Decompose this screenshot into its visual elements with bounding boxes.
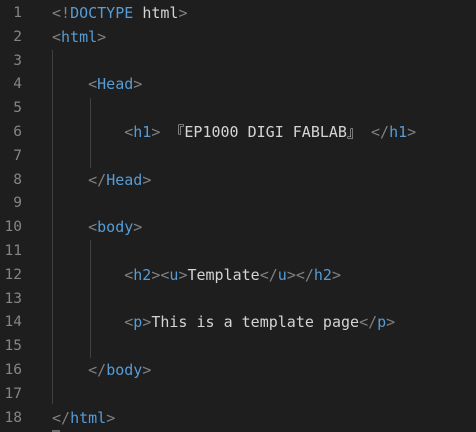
line-number: 3: [13, 52, 22, 69]
tag-token: html: [70, 408, 107, 427]
line-number: 9: [13, 195, 22, 212]
code-line[interactable]: 13: [0, 288, 476, 312]
code-line[interactable]: 8 </Head>: [0, 169, 476, 193]
text-token: Template: [187, 265, 260, 284]
code-editor[interactable]: 1 <!DOCTYPE html> 2 <html> 3 4 <Head> 5 6 <h1> …: [0, 0, 476, 432]
line-number: 4: [13, 76, 22, 93]
line-number: 18: [4, 409, 22, 426]
code-line[interactable]: 11: [0, 240, 476, 264]
punctuation-token: >: [133, 218, 143, 237]
code-text: <Head>: [52, 73, 142, 97]
code-line[interactable]: 16 </body>: [0, 359, 476, 383]
code-line[interactable]: 10 <body>: [0, 216, 476, 240]
punctuation-token: >: [97, 27, 107, 46]
code-line[interactable]: 3: [0, 50, 476, 74]
tag-token: p: [377, 313, 387, 332]
line-number: 15: [4, 338, 22, 355]
line-number: 7: [13, 147, 22, 164]
punctuation-token: <: [88, 218, 98, 237]
punctuation-token: <: [124, 265, 134, 284]
line-number: 10: [4, 219, 22, 236]
punctuation-token: >: [286, 265, 296, 284]
punctuation-token: </: [295, 265, 314, 284]
code-text: <p>This is a template page</p>: [52, 311, 395, 335]
line-number: 11: [4, 243, 22, 259]
punctuation-token: >: [386, 313, 396, 332]
line-number: 13: [4, 290, 22, 307]
code-line[interactable]: 9: [0, 192, 476, 216]
tag-token: Head: [97, 75, 134, 94]
code-line[interactable]: 6 <h1> 『EP1000 DIGI FABLAB』 </h1>: [0, 121, 476, 145]
text-token: 『EP1000 DIGI FABLAB』: [160, 123, 371, 141]
code-text: </body>: [52, 359, 151, 383]
punctuation-token: </: [52, 408, 71, 427]
code-line[interactable]: 18 </html>: [0, 407, 476, 431]
code-text: <body>: [52, 216, 142, 240]
punctuation-token: >: [142, 170, 152, 189]
punctuation-token: <: [124, 123, 134, 141]
punctuation-token: </: [259, 265, 278, 284]
punctuation-token: <: [52, 27, 62, 46]
code-text: <!DOCTYPE html>: [52, 2, 187, 26]
tag-token: u: [277, 265, 287, 284]
tag-token: h1: [389, 123, 408, 141]
tag-token: h2: [313, 265, 332, 284]
tag-token: html: [61, 27, 98, 46]
tag-token: body: [97, 218, 134, 237]
tag-token: h1: [133, 123, 152, 141]
code-text: <h1> 『EP1000 DIGI FABLAB』 </h1>: [52, 121, 416, 145]
punctuation-token: <!: [52, 4, 71, 22]
tag-token: Head: [106, 170, 143, 189]
line-number: 2: [13, 28, 22, 45]
punctuation-token: <: [88, 75, 98, 94]
code-line[interactable]: 14 <p>This is a template page</p>: [0, 311, 476, 335]
code-line[interactable]: 7: [0, 145, 476, 169]
code-text: </html>: [52, 407, 115, 431]
punctuation-token: >: [178, 4, 188, 22]
text-token: html: [142, 4, 179, 22]
code-line[interactable]: 12 <h2><u>Template</u></h2>: [0, 264, 476, 288]
text-token: This is a template page: [151, 313, 360, 332]
line-number: 1: [13, 5, 22, 21]
tag-token: h2: [133, 265, 152, 284]
punctuation-token: >: [142, 313, 152, 332]
punctuation-token: </: [88, 361, 107, 379]
line-number: 5: [13, 100, 22, 117]
code-line[interactable]: 1 <!DOCTYPE html>: [0, 2, 476, 26]
punctuation-token: </: [359, 313, 378, 332]
code-line[interactable]: 2 <html>: [0, 26, 476, 50]
punctuation-token: >: [133, 75, 143, 94]
line-number: 17: [4, 385, 22, 402]
tag-token: body: [106, 361, 143, 379]
line-number: 16: [4, 362, 22, 378]
line-number: 8: [13, 171, 22, 188]
punctuation-token: >: [106, 408, 116, 427]
code-line[interactable]: 15: [0, 335, 476, 359]
punctuation-token: <: [124, 313, 134, 332]
punctuation-token: </: [88, 170, 107, 189]
code-line[interactable]: 5: [0, 97, 476, 121]
code-text: <h2><u>Template</u></h2>: [52, 264, 341, 288]
line-number: 6: [13, 124, 22, 140]
code-text: <html>: [52, 26, 106, 50]
line-number: 12: [4, 266, 22, 283]
line-number: 14: [4, 314, 22, 331]
tag-token: p: [133, 313, 143, 332]
punctuation-token: >: [142, 361, 152, 379]
punctuation-token: >: [331, 265, 341, 284]
tag-token: DOCTYPE: [70, 4, 134, 22]
punctuation-token: >: [407, 123, 417, 141]
code-text: </Head>: [52, 169, 151, 193]
code-line[interactable]: 17: [0, 383, 476, 407]
code-line[interactable]: 4 <Head>: [0, 73, 476, 97]
punctuation-token: </: [371, 123, 390, 141]
